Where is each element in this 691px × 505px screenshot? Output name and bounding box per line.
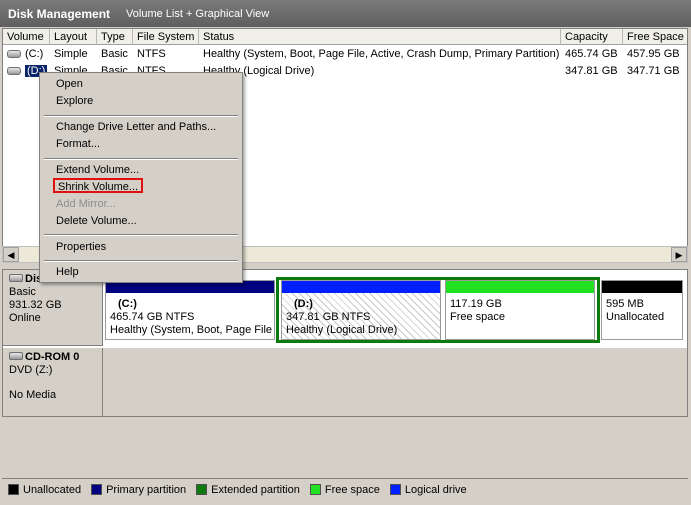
menu-separator [44, 115, 238, 117]
col-filesystem[interactable]: File System [133, 29, 199, 45]
partition-size: 117.19 GB [450, 298, 502, 310]
status-cell: Healthy (System, Boot, Page File, Active… [203, 48, 560, 60]
partition-title: (D:) [294, 298, 313, 310]
swatch-icon [196, 484, 208, 496]
scroll-left-icon[interactable]: ◀ [3, 247, 19, 262]
cdrom-media: No Media [9, 389, 57, 401]
menu-help[interactable]: Help [56, 265, 79, 280]
cdrom-name: CD-ROM 0 [25, 351, 80, 363]
context-menu: Open Explore Change Drive Letter and Pat… [39, 72, 243, 283]
free-cell: 457.95 GB [627, 48, 680, 60]
col-capacity[interactable]: Capacity [561, 29, 623, 45]
menu-change-drive-letter[interactable]: Change Drive Letter and Paths... [56, 120, 216, 135]
view-mode[interactable]: Volume List + Graphical View [126, 8, 269, 20]
menu-shrink-volume[interactable]: Shrink Volume... [53, 178, 144, 193]
menu-extend-volume[interactable]: Extend Volume... [56, 163, 139, 178]
partition-size: 465.74 GB NTFS [110, 311, 195, 323]
menu-add-mirror: Add Mirror... [56, 198, 116, 210]
unallocated-region[interactable]: 595 MB Unallocated [601, 280, 683, 340]
disk0-state: Online [9, 312, 41, 324]
cdrom-icon [9, 352, 23, 360]
free-space-bar [446, 281, 594, 293]
partition-status: Healthy (Logical Drive) [286, 324, 398, 336]
col-volume[interactable]: Volume [3, 29, 50, 45]
capacity-cell: 465.74 GB [565, 48, 618, 60]
menu-explore[interactable]: Explore [56, 94, 93, 109]
free-space-region[interactable]: 117.19 GB Free space [445, 280, 595, 340]
col-free-space[interactable]: Free Space [623, 29, 687, 45]
legend-unallocated: Unallocated [8, 484, 81, 496]
cdrom-drive: DVD (Z:) [9, 364, 53, 376]
legend-free: Free space [309, 484, 380, 496]
disk0-size: 931.32 GB [9, 299, 62, 311]
capacity-cell: 347.81 GB [565, 65, 618, 77]
free-cell: 347.71 GB [627, 65, 680, 77]
partition-size: 347.81 GB NTFS [286, 311, 371, 323]
swatch-icon [91, 484, 103, 496]
legend-logical: Logical drive [389, 484, 467, 496]
swatch-icon [8, 484, 19, 496]
partition-status: Unallocated [606, 311, 665, 323]
col-layout[interactable]: Layout [50, 29, 97, 45]
legend-extended: Extended partition [196, 484, 300, 496]
fs-cell: NTFS [137, 48, 166, 60]
partition-c[interactable]: (C:) 465.74 GB NTFS Healthy (System, Boo… [105, 280, 275, 340]
volume-name: (C:) [25, 48, 44, 60]
menu-delete-volume[interactable]: Delete Volume... [56, 214, 137, 229]
menu-separator [44, 158, 238, 160]
partition-status: Healthy (System, Boot, Page File [110, 324, 272, 336]
table-row[interactable]: (C:) Simple Basic NTFS Healthy (System, … [3, 46, 687, 63]
menu-properties[interactable]: Properties [56, 240, 106, 255]
disk-icon [9, 274, 23, 282]
logical-drive-bar [282, 281, 440, 293]
partition-d[interactable]: (D:) 347.81 GB NTFS Healthy (Logical Dri… [281, 280, 441, 340]
status-cell: Healthy (Logical Drive) [203, 65, 315, 77]
menu-format[interactable]: Format... [56, 137, 100, 152]
partition-size: 595 MB [606, 298, 644, 310]
scroll-right-icon[interactable]: ▶ [671, 247, 687, 262]
menu-open[interactable]: Open [56, 77, 83, 92]
volume-icon [7, 50, 21, 59]
unallocated-bar [602, 281, 682, 293]
volume-icon [7, 67, 21, 76]
cdrom0-label[interactable]: CD-ROM 0 DVD (Z:) No Media [3, 348, 103, 416]
type-cell: Basic [101, 48, 128, 60]
partition-status: Free space [450, 311, 506, 323]
menu-separator [44, 234, 238, 236]
title-bar: Disk Management Volume List + Graphical … [0, 0, 691, 27]
graphical-view: Disk 0 Basic 931.32 GB Online (C:) 465.7… [2, 269, 688, 417]
swatch-icon [309, 484, 321, 496]
app-title: Disk Management [8, 6, 111, 21]
layout-cell: Simple [54, 48, 88, 60]
partition-title: (C:) [118, 298, 137, 310]
legend-primary: Primary partition [91, 484, 186, 496]
cdrom-region[interactable] [103, 348, 687, 416]
col-status[interactable]: Status [199, 29, 561, 45]
list-header: Volume Layout Type File System Status Ca… [3, 29, 687, 45]
legend: Unallocated Primary partition Extended p… [2, 478, 688, 500]
disk0-type: Basic [9, 286, 36, 298]
swatch-icon [389, 484, 401, 496]
col-type[interactable]: Type [97, 29, 133, 45]
menu-separator [44, 260, 238, 262]
